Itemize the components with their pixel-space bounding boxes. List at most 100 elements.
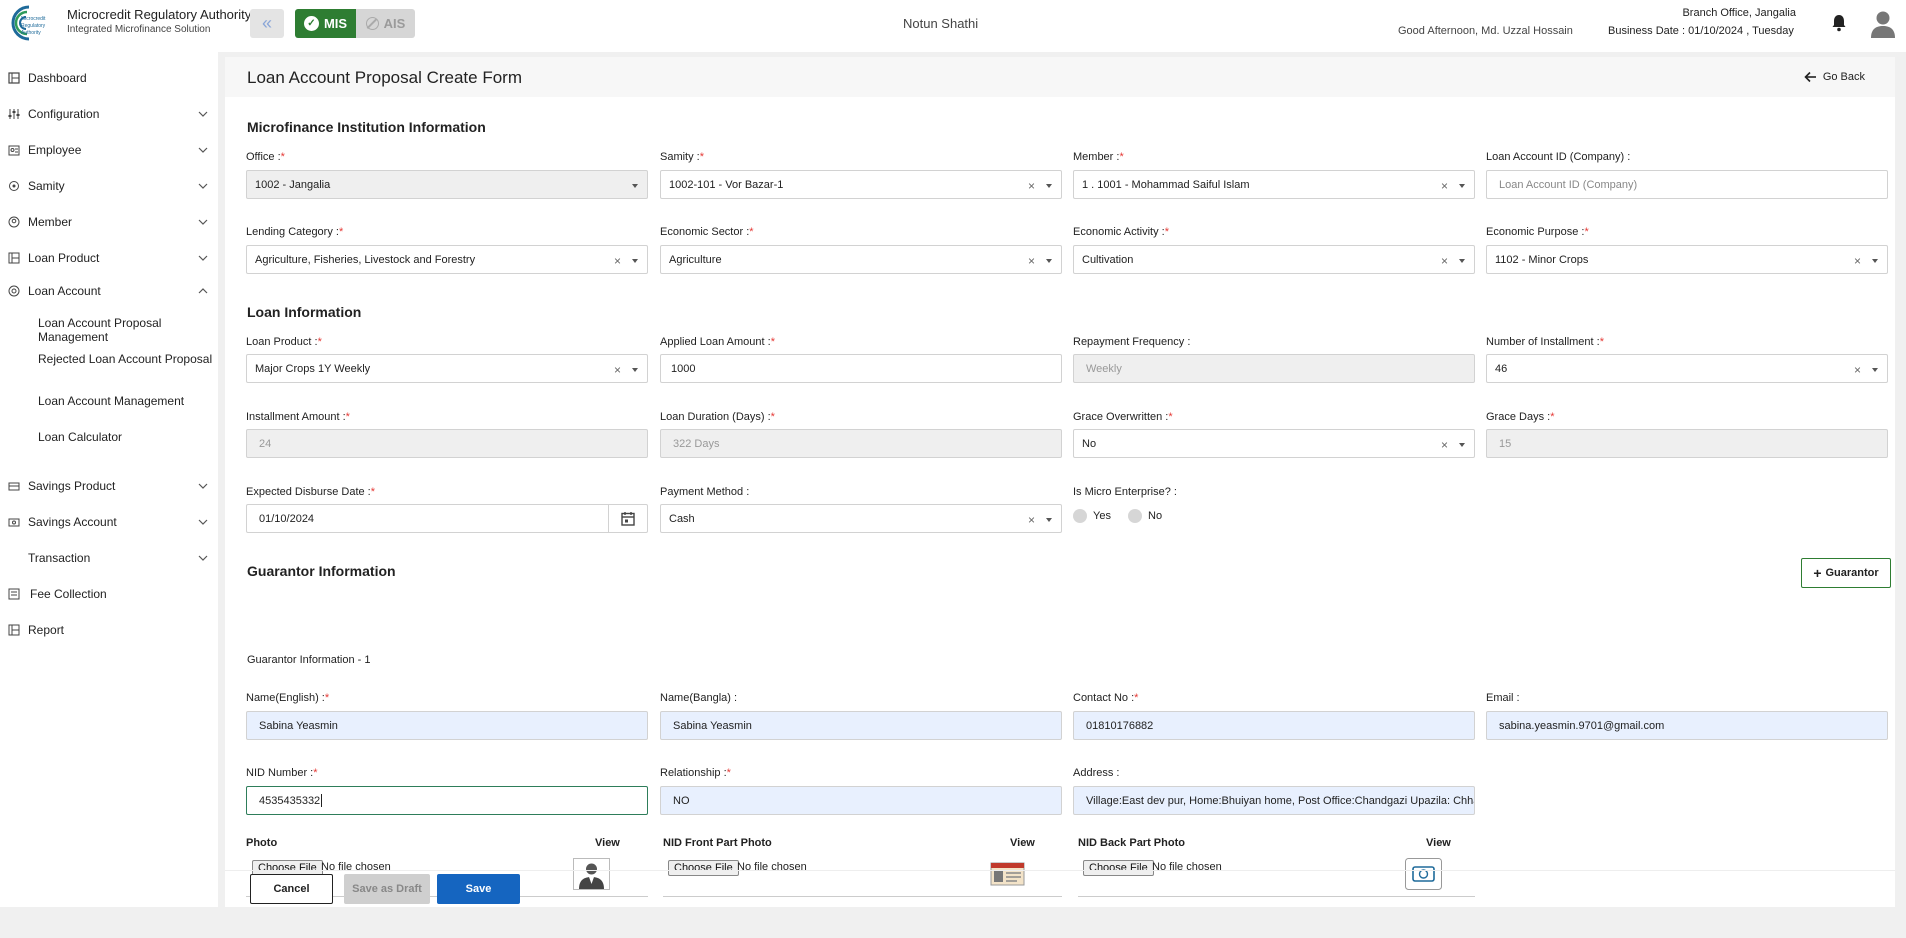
save-button[interactable]: Save [437, 874, 520, 904]
go-back-button[interactable]: Go Back [1804, 71, 1865, 83]
radio-circle-icon [1073, 509, 1087, 523]
lending-category-select[interactable]: Agriculture, Fisheries, Livestock and Fo… [246, 245, 648, 274]
economic-sector-select[interactable]: Agriculture × [660, 245, 1062, 274]
email-input[interactable]: sabina.yeasmin.9701@gmail.com [1486, 711, 1888, 740]
disburse-date-input[interactable]: 01/10/2024 [246, 504, 648, 533]
member-icon [8, 216, 20, 228]
applied-amount-label: Applied Loan Amount :* [660, 336, 775, 348]
clear-icon[interactable]: × [614, 254, 621, 268]
name-bn-label: Name(Bangla) : [660, 692, 738, 704]
user-avatar-icon[interactable] [1870, 10, 1896, 38]
micro-enterprise-yes-radio[interactable]: Yes [1073, 509, 1111, 523]
sidebar-item-samity[interactable]: Samity [0, 176, 218, 196]
nid-front-view-label[interactable]: View [1010, 837, 1035, 849]
chevron-up-icon [198, 288, 208, 294]
sidebar-item-label: Samity [28, 179, 65, 193]
address-input[interactable]: Village:East dev pur, Home:Bhuiyan home,… [1073, 786, 1475, 815]
clear-icon[interactable]: × [1854, 363, 1861, 377]
bell-icon[interactable] [1831, 14, 1847, 32]
samity-select[interactable]: 1002-101 - Vor Bazar-1 × [660, 170, 1062, 199]
ais-mode-button[interactable]: AIS [356, 9, 415, 38]
nid-back-choose-file-button[interactable]: Choose File [1083, 860, 1154, 876]
address-label: Address : [1073, 767, 1120, 779]
clear-icon[interactable]: × [1028, 254, 1035, 268]
economic-purpose-label: Economic Purpose :* [1486, 226, 1589, 238]
save-draft-button[interactable]: Save as Draft [344, 874, 430, 904]
sidebar-subitem-rejected-proposal[interactable]: Rejected Loan Account Proposal [38, 352, 213, 366]
member-select[interactable]: 1 . 1001 - Mohammad Saiful Islam × [1073, 170, 1475, 199]
sidebar-item-loan-account[interactable]: Loan Account [0, 281, 218, 301]
clear-icon[interactable]: × [1441, 438, 1448, 452]
ban-icon [365, 17, 379, 30]
email-label: Email : [1486, 692, 1520, 704]
add-guarantor-button[interactable]: + Guarantor [1801, 558, 1891, 588]
clear-icon[interactable]: × [1028, 179, 1035, 193]
sidebar-item-savings-account[interactable]: Savings Account [0, 512, 218, 532]
id-card-icon [990, 862, 1025, 886]
svg-text:Regulatory: Regulatory [21, 23, 46, 29]
disburse-date-label: Expected Disburse Date :* [246, 486, 376, 498]
sidebar-subitem-loan-calculator[interactable]: Loan Calculator [38, 430, 213, 444]
economic-activity-select[interactable]: Cultivation × [1073, 245, 1475, 274]
caret-down-icon [1046, 518, 1052, 522]
sidebar-item-member[interactable]: Member [0, 212, 218, 232]
payment-method-select[interactable]: Cash × [660, 504, 1062, 533]
caret-down-icon [1459, 259, 1465, 263]
caret-down-icon [632, 368, 638, 372]
office-select[interactable]: 1002 - Jangalia [246, 170, 648, 199]
clear-icon[interactable]: × [1854, 254, 1861, 268]
caret-down-icon [1046, 184, 1052, 188]
economic-purpose-select[interactable]: 1102 - Minor Crops × [1486, 245, 1888, 274]
chevron-down-icon [198, 111, 208, 117]
cancel-button[interactable]: Cancel [250, 874, 333, 904]
economic-sector-label: Economic Sector :* [660, 226, 754, 238]
sidebar-item-label: Loan Account [28, 284, 101, 298]
mis-mode-button[interactable]: ✓ MIS [295, 9, 356, 38]
clear-icon[interactable]: × [614, 363, 621, 377]
nid-front-choose-file-button[interactable]: Choose File [668, 860, 739, 876]
clear-icon[interactable]: × [1441, 179, 1448, 193]
photo-view-label[interactable]: View [595, 837, 620, 849]
installments-select[interactable]: 46 × [1486, 354, 1888, 383]
sidebar-item-fee-collection[interactable]: Fee Collection [0, 584, 218, 604]
sidebar-subitem-account-management[interactable]: Loan Account Management [38, 394, 213, 408]
sidebar-item-configuration[interactable]: Configuration [0, 104, 218, 124]
economic-activity-label: Economic Activity :* [1073, 226, 1169, 238]
sidebar-item-dashboard[interactable]: Dashboard [0, 68, 218, 88]
calendar-icon[interactable] [621, 511, 635, 526]
micro-enterprise-no-radio[interactable]: No [1128, 509, 1162, 523]
sidebar-item-transaction[interactable]: Transaction [0, 548, 218, 568]
sidebar-collapse-button[interactable]: « [250, 9, 284, 38]
sidebar-subitem-proposal-management[interactable]: Loan Account Proposal Management [38, 316, 213, 344]
double-chevron-left-icon: « [261, 13, 272, 33]
sidebar-item-loan-product[interactable]: Loan Product [0, 248, 218, 268]
relationship-input[interactable]: NO [660, 786, 1062, 815]
loan-account-id-input[interactable]: Loan Account ID (Company) [1486, 170, 1888, 199]
greeting-text: Good Afternoon, Md. Uzzal Hossain [1398, 25, 1573, 37]
guarantor-subtitle: Guarantor Information - 1 [247, 654, 371, 666]
mis-label: MIS [323, 16, 348, 31]
loan-product-select[interactable]: Major Crops 1Y Weekly × [246, 354, 648, 383]
loan-product-icon [8, 252, 20, 264]
loan-section-title: Loan Information [247, 304, 362, 320]
sidebar-item-employee[interactable]: Employee [0, 140, 218, 160]
nid-input[interactable]: 4535435332 [246, 786, 648, 815]
clear-icon[interactable]: × [1028, 513, 1035, 527]
caret-down-icon [1046, 259, 1052, 263]
sidebar-item-report[interactable]: Report [0, 620, 218, 640]
name-bn-input[interactable]: Sabina Yeasmin [660, 711, 1062, 740]
applied-amount-input[interactable]: 1000 [660, 354, 1062, 383]
sidebar-item-label: Dashboard [28, 71, 87, 85]
caret-down-icon [1872, 368, 1878, 372]
sidebar-item-savings-product[interactable]: Savings Product [0, 476, 218, 496]
name-en-label: Name(English) :* [246, 692, 330, 704]
chevron-down-icon [198, 183, 208, 189]
grace-overwritten-select[interactable]: No × [1073, 429, 1475, 458]
ais-label: AIS [383, 16, 406, 31]
nid-back-label: NID Back Part Photo [1078, 837, 1185, 849]
org-name: Microcredit Regulatory Authority [67, 7, 252, 22]
contact-input[interactable]: 01810176882 [1073, 711, 1475, 740]
nid-back-view-label[interactable]: View [1426, 837, 1451, 849]
name-en-input[interactable]: Sabina Yeasmin [246, 711, 648, 740]
clear-icon[interactable]: × [1441, 254, 1448, 268]
